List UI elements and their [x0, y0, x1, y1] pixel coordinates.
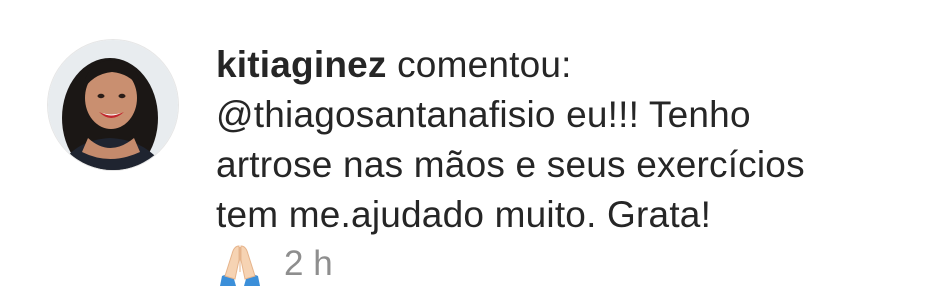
avatar[interactable] [48, 40, 178, 170]
comment-body: kitiaginez comentou: @thiagosantanafisio… [216, 40, 916, 286]
comment-meta: 2 h [216, 242, 916, 286]
comment-text-line-3: tem me.ajudado muito. Grata! [216, 194, 712, 235]
comment-action-label: comentou: [397, 44, 572, 85]
username-link[interactable]: kitiaginez [216, 44, 387, 85]
avatar-photo-icon [48, 40, 178, 170]
mention-link[interactable]: @thiagosantanafisio [216, 94, 556, 135]
timestamp[interactable]: 2 h [284, 244, 333, 284]
folded-hands-icon [216, 242, 264, 286]
comment-text-line-1: @thiagosantanafisio eu!!! Tenho [216, 90, 916, 140]
comment-text-line-2: artrose nas mãos e seus exercícios [216, 144, 805, 185]
comment-text-part: eu!!! Tenho [566, 94, 751, 135]
comment-notification[interactable]: kitiaginez comentou: @thiagosantanafisio… [0, 0, 942, 299]
comment-header-line: kitiaginez comentou: [216, 40, 916, 90]
